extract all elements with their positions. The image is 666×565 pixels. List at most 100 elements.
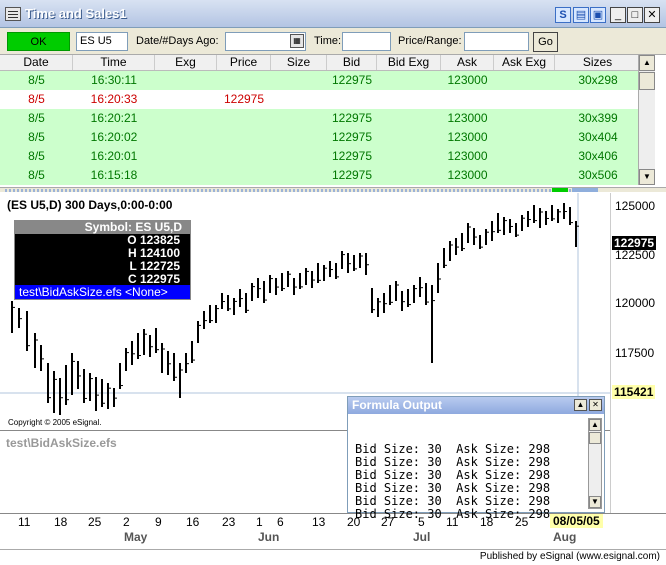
table-row[interactable]: 8/5 16:20:01 122975 123000 30x406 (0, 147, 641, 166)
date-label: 25 (88, 515, 102, 529)
ohlc-cursor-window[interactable]: Symbol: ES U5,D O 123825 H 124100 L 1227… (14, 220, 191, 300)
table-cell (155, 109, 217, 128)
title-bar: Time and Sales1 S ▤ ▣ _ □ ✕ (0, 0, 666, 28)
status-bar: Published by eSignal (www.esignal.com) (0, 549, 666, 565)
scroll-up-icon[interactable]: ▲ (639, 55, 655, 71)
minimize-button[interactable]: _ (610, 7, 626, 23)
time-input[interactable] (342, 32, 391, 51)
table-cell: 122975 (331, 130, 373, 144)
table-cell: 16:15:18 (90, 168, 138, 182)
table-cell: 16:20:02 (90, 130, 138, 144)
pane-splitter[interactable] (0, 187, 666, 192)
table-row[interactable]: 8/5 16:15:18 122975 123000 30x506 (0, 166, 641, 185)
copyright-text: Copyright © 2005 eSignal. (8, 418, 102, 427)
table-cell (271, 128, 327, 147)
table-cell (271, 90, 327, 109)
scroll-down-icon[interactable]: ▼ (639, 169, 655, 185)
table-cell (155, 71, 217, 90)
column-header[interactable]: Date (0, 55, 73, 70)
table-cell: 122975 (331, 168, 373, 182)
table-cell (377, 71, 441, 90)
table-cell (217, 128, 271, 147)
date-input[interactable]: ▦ (225, 32, 306, 51)
table-cell (377, 147, 441, 166)
table-cell (494, 128, 555, 147)
date-axis[interactable]: 11 18 25 2 9 16 23 1 6 13 20 27 5 11 18 … (0, 513, 666, 549)
table-cell: 123000 (447, 130, 488, 144)
table-cell (494, 166, 555, 185)
date-label: 6 (277, 515, 284, 529)
table-cell: 30x404 (578, 130, 618, 144)
table-row[interactable]: 8/5 16:20:21 122975 123000 30x399 (0, 109, 641, 128)
price-label: 120000 (615, 296, 656, 310)
layout-icon[interactable]: ▣ (590, 7, 606, 23)
column-header[interactable]: Time (73, 55, 155, 70)
table-cell (377, 128, 441, 147)
symbol-input[interactable]: ES U5 (76, 32, 128, 51)
scroll-up-icon[interactable]: ▲ (589, 419, 601, 431)
column-header[interactable]: Ask Exg (494, 55, 555, 70)
minimize-icon[interactable]: ▲ (574, 399, 587, 411)
table-cell: 8/5 (28, 73, 45, 87)
table-cell (327, 90, 377, 109)
table-cell: 30x406 (578, 149, 618, 163)
table-cell (494, 71, 555, 90)
properties-icon[interactable]: ▤ (573, 7, 589, 23)
output-line: Bid Size: 30 Ask Size: 298 (355, 507, 551, 521)
grid-scrollbar[interactable]: ▲ ▼ (638, 55, 655, 185)
table-cell (155, 128, 217, 147)
table-row[interactable]: 8/5 16:20:02 122975 123000 30x404 (0, 128, 641, 147)
maximize-button[interactable]: □ (627, 7, 643, 23)
table-cell: 16:20:01 (90, 149, 138, 163)
date-label: 11 (18, 515, 31, 529)
price-label: 117500 (615, 346, 655, 360)
table-cell: 8/5 (28, 168, 45, 182)
ok-button[interactable]: OK (7, 32, 70, 51)
table-cell (271, 71, 327, 90)
table-cell (155, 147, 217, 166)
go-button[interactable]: Go (533, 32, 558, 52)
table-cell (217, 71, 271, 90)
price-axis[interactable]: 125000 122975 122500 120000 117500 11542… (610, 193, 666, 513)
cursor-date-label: 08/05/05 (550, 514, 603, 528)
table-cell (271, 166, 327, 185)
formula-output-scrollbar[interactable]: ▲ ▼ (588, 418, 602, 509)
month-label: Jul (413, 530, 431, 544)
date-label: 16 (186, 515, 200, 529)
column-header[interactable]: Ask (441, 55, 494, 70)
close-button[interactable]: ✕ (644, 7, 660, 23)
column-header[interactable]: Sizes (555, 55, 641, 70)
price-range-input[interactable] (464, 32, 529, 51)
toolbar: OK ES U5 Date/#Days Ago: ▦ Time: Price/R… (0, 28, 666, 55)
scroll-down-icon[interactable]: ▼ (589, 496, 601, 508)
column-header[interactable]: Price (217, 55, 271, 70)
formula-output-window[interactable]: Formula Output ▲ ✕ Bid Size: 30 Ask Size… (347, 396, 605, 521)
table-cell (555, 90, 641, 109)
link-icon[interactable]: S (555, 7, 571, 23)
table-cell (217, 147, 271, 166)
date-label: 9 (155, 515, 162, 529)
table-row[interactable]: 8/5 16:20:33 122975 (0, 90, 641, 109)
table-row[interactable]: 8/5 16:30:11 122975 123000 30x298 (0, 71, 641, 90)
column-header[interactable]: Bid Exg (377, 55, 441, 70)
table-cell: 16:30:11 (91, 73, 137, 87)
table-cell: 123000 (447, 168, 488, 182)
scroll-thumb[interactable] (639, 72, 655, 90)
formula-output-title: Formula Output (348, 397, 604, 414)
column-header[interactable]: Size (271, 55, 327, 70)
table-cell (217, 109, 271, 128)
table-cell (271, 109, 327, 128)
splitter-grip[interactable] (5, 189, 585, 192)
table-cell (271, 147, 327, 166)
status-text: Published by eSignal (www.esignal.com) (479, 551, 660, 562)
splitter-indicator (552, 188, 568, 192)
close-icon[interactable]: ✕ (589, 399, 602, 411)
table-cell (155, 90, 217, 109)
calendar-icon[interactable]: ▦ (290, 34, 304, 48)
scroll-thumb[interactable] (589, 432, 601, 444)
grid-header: Date Time Exg Price Size Bid Bid Exg Ask… (0, 55, 641, 71)
column-header[interactable]: Exg (155, 55, 217, 70)
table-cell: 30x298 (578, 73, 618, 87)
month-label: May (124, 530, 148, 544)
column-header[interactable]: Bid (327, 55, 377, 70)
